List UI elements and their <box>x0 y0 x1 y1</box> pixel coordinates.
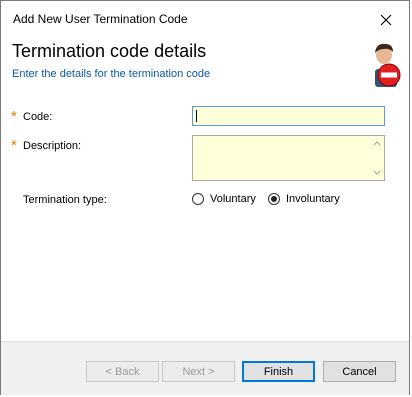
dialog-window: Add New User Termination Code Terminatio… <box>0 0 410 395</box>
termination-type-label: Termination type: <box>23 194 107 206</box>
code-input[interactable] <box>192 106 385 126</box>
close-icon <box>380 14 392 26</box>
required-marker: * <box>11 137 17 154</box>
radio-voluntary-label: Voluntary <box>210 193 256 205</box>
user-remove-icon <box>375 43 401 87</box>
next-button[interactable]: Next > <box>162 361 235 382</box>
radio-circle <box>192 193 204 205</box>
required-marker: * <box>11 108 17 125</box>
radio-involuntary-label: Involuntary <box>286 193 340 205</box>
chevron-down-icon <box>373 170 380 175</box>
back-button[interactable]: < Back <box>86 361 159 382</box>
scroll-up-button[interactable] <box>369 137 384 150</box>
finish-button[interactable]: Finish <box>242 361 315 382</box>
radio-circle-selected <box>268 193 280 205</box>
radio-voluntary[interactable]: Voluntary <box>192 193 256 205</box>
scroll-down-button[interactable] <box>369 166 384 179</box>
cancel-button[interactable]: Cancel <box>323 361 396 382</box>
text-caret <box>196 110 197 122</box>
chevron-up-icon <box>373 141 380 146</box>
title-bar[interactable]: Add New User Termination Code <box>1 1 409 39</box>
page-subtitle: Enter the details for the termination co… <box>12 68 211 80</box>
close-button[interactable] <box>363 1 409 39</box>
description-label: Description: <box>23 140 82 152</box>
radio-dot <box>271 196 277 202</box>
button-bar: < Back Next > Finish Cancel <box>1 341 409 395</box>
wizard-header: Termination code details Enter the detai… <box>1 39 409 102</box>
window-title: Add New User Termination Code <box>13 12 188 26</box>
code-label: Code: <box>23 111 53 123</box>
description-textarea[interactable] <box>192 135 385 181</box>
radio-involuntary[interactable]: Involuntary <box>268 193 340 205</box>
description-scrollbar[interactable] <box>369 136 384 180</box>
page-title: Termination code details <box>12 41 207 61</box>
